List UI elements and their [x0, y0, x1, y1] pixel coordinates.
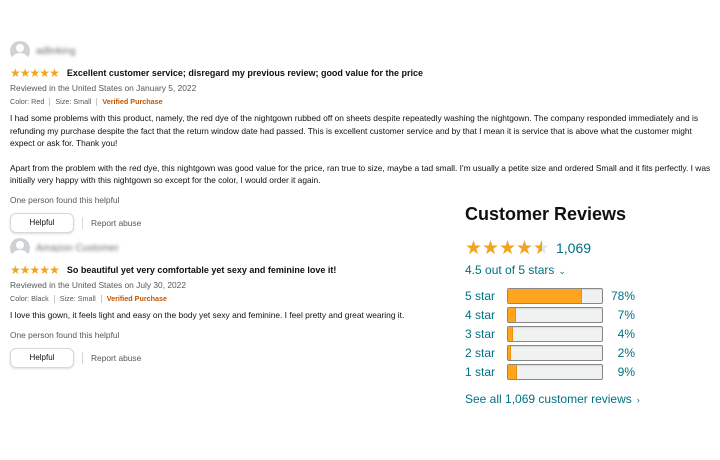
reviewer-name[interactable]: adlinking: [36, 46, 75, 57]
overall-stars: ★★★★★★★★★★: [465, 239, 550, 258]
review-paragraph: I had some problems with this product, n…: [10, 113, 699, 149]
star-icon: ★: [49, 263, 60, 277]
see-all-reviews-link[interactable]: See all 1,069 customer reviews ›: [465, 392, 715, 406]
histogram-bar[interactable]: [507, 344, 603, 361]
review-paragraph: Apart from the problem with the red dye,…: [10, 162, 711, 186]
star-icon: ★★: [482, 237, 500, 259]
review-size[interactable]: Size: Small: [60, 294, 96, 303]
histogram-percent[interactable]: 4%: [605, 327, 635, 341]
histogram-star-label[interactable]: 2 star: [465, 346, 507, 360]
histogram-bar-fill: [508, 364, 518, 379]
rating-out-of-dropdown[interactable]: 4.5 out of 5 stars ⌄: [465, 262, 715, 278]
histogram-bar[interactable]: [507, 363, 603, 380]
star-icon: ★★: [499, 237, 517, 259]
star-icon: ★: [29, 263, 41, 277]
helpful-button[interactable]: Helpful: [10, 347, 74, 368]
histogram-star-label[interactable]: 1 star: [465, 365, 507, 379]
verified-purchase-badge: Verified Purchase: [106, 294, 168, 303]
histogram-bar-fill: [508, 345, 511, 360]
histogram-star-label[interactable]: 5 star: [465, 289, 507, 303]
histogram-row[interactable]: 3 star 4%: [465, 324, 715, 343]
divider: [82, 216, 83, 229]
chevron-down-icon: ⌄: [558, 266, 566, 276]
star-icon: ★: [19, 263, 31, 277]
helpful-button[interactable]: Helpful: [10, 212, 74, 233]
star-icon: ★: [39, 263, 50, 277]
avatar: [10, 41, 30, 61]
review-body: I had some problems with this product, n…: [10, 112, 712, 187]
reviewer-profile[interactable]: adlinking: [10, 40, 720, 62]
reviewer-name[interactable]: Amazon Customer: [36, 243, 119, 254]
star-icon: ★★: [533, 237, 551, 259]
histogram-bar[interactable]: [507, 306, 603, 323]
customer-reviews-summary: Customer Reviews ★★★★★★★★★★ 1,069 4.5 ou…: [465, 202, 715, 406]
review-stars: ★ ★ ★ ★ ★: [10, 66, 60, 80]
overall-rating[interactable]: ★★★★★★★★★★ 1,069: [465, 238, 715, 258]
histogram-row[interactable]: 4 star 7%: [465, 305, 715, 324]
rating-count-link[interactable]: 1,069: [556, 240, 591, 256]
chevron-right-icon: ›: [636, 395, 640, 405]
histogram-row[interactable]: 2 star 2%: [465, 343, 715, 362]
histogram-bar-fill: [508, 288, 583, 303]
review-size[interactable]: Size: Small: [55, 97, 91, 106]
star-icon: ★: [19, 66, 31, 80]
rating-out-of-text: 4.5 out of 5 stars: [465, 263, 555, 277]
star-icon: ★: [10, 66, 21, 80]
review-color[interactable]: Color: Red: [10, 97, 44, 106]
report-abuse-link[interactable]: Report abuse: [91, 353, 141, 363]
histogram-bar[interactable]: [507, 287, 603, 304]
histogram-percent[interactable]: 9%: [605, 365, 635, 379]
report-abuse-link[interactable]: Report abuse: [91, 218, 141, 228]
verified-purchase-badge: Verified Purchase: [102, 97, 163, 106]
histogram-percent[interactable]: 7%: [605, 308, 635, 322]
star-icon: ★: [10, 263, 21, 277]
avatar: [10, 238, 30, 258]
star-icon: ★: [49, 66, 60, 80]
review-title[interactable]: Excellent customer service; disregard my…: [67, 68, 423, 78]
rating-histogram: 5 star 78% 4 star 7% 3 star 4% 2 star 2% 1 star 9…: [465, 286, 715, 381]
histogram-percent[interactable]: 2%: [605, 346, 635, 360]
star-icon: ★★: [465, 237, 483, 259]
histogram-row[interactable]: 1 star 9%: [465, 362, 715, 381]
see-all-reviews-text: See all 1,069 customer reviews: [465, 392, 632, 406]
review-color[interactable]: Color: Black: [10, 294, 49, 303]
review-format: Color: Red Size: Small Verified Purchase: [10, 97, 720, 106]
histogram-row[interactable]: 5 star 78%: [465, 286, 715, 305]
histogram-percent[interactable]: 78%: [605, 289, 635, 303]
review-stars: ★ ★ ★ ★ ★: [10, 263, 60, 277]
star-icon: ★: [29, 66, 41, 80]
histogram-star-label[interactable]: 4 star: [465, 308, 507, 322]
histogram-bar[interactable]: [507, 325, 603, 342]
star-icon: ★: [39, 66, 50, 80]
summary-title: Customer Reviews: [465, 204, 627, 224]
histogram-bar-fill: [508, 307, 516, 322]
star-icon: ★★: [516, 237, 534, 259]
divider: [82, 351, 83, 364]
review-date: Reviewed in the United States on January…: [10, 83, 197, 93]
review-title[interactable]: So beautiful yet very comfortable yet se…: [67, 265, 337, 275]
histogram-bar-fill: [508, 326, 513, 341]
histogram-star-label[interactable]: 3 star: [465, 327, 507, 341]
